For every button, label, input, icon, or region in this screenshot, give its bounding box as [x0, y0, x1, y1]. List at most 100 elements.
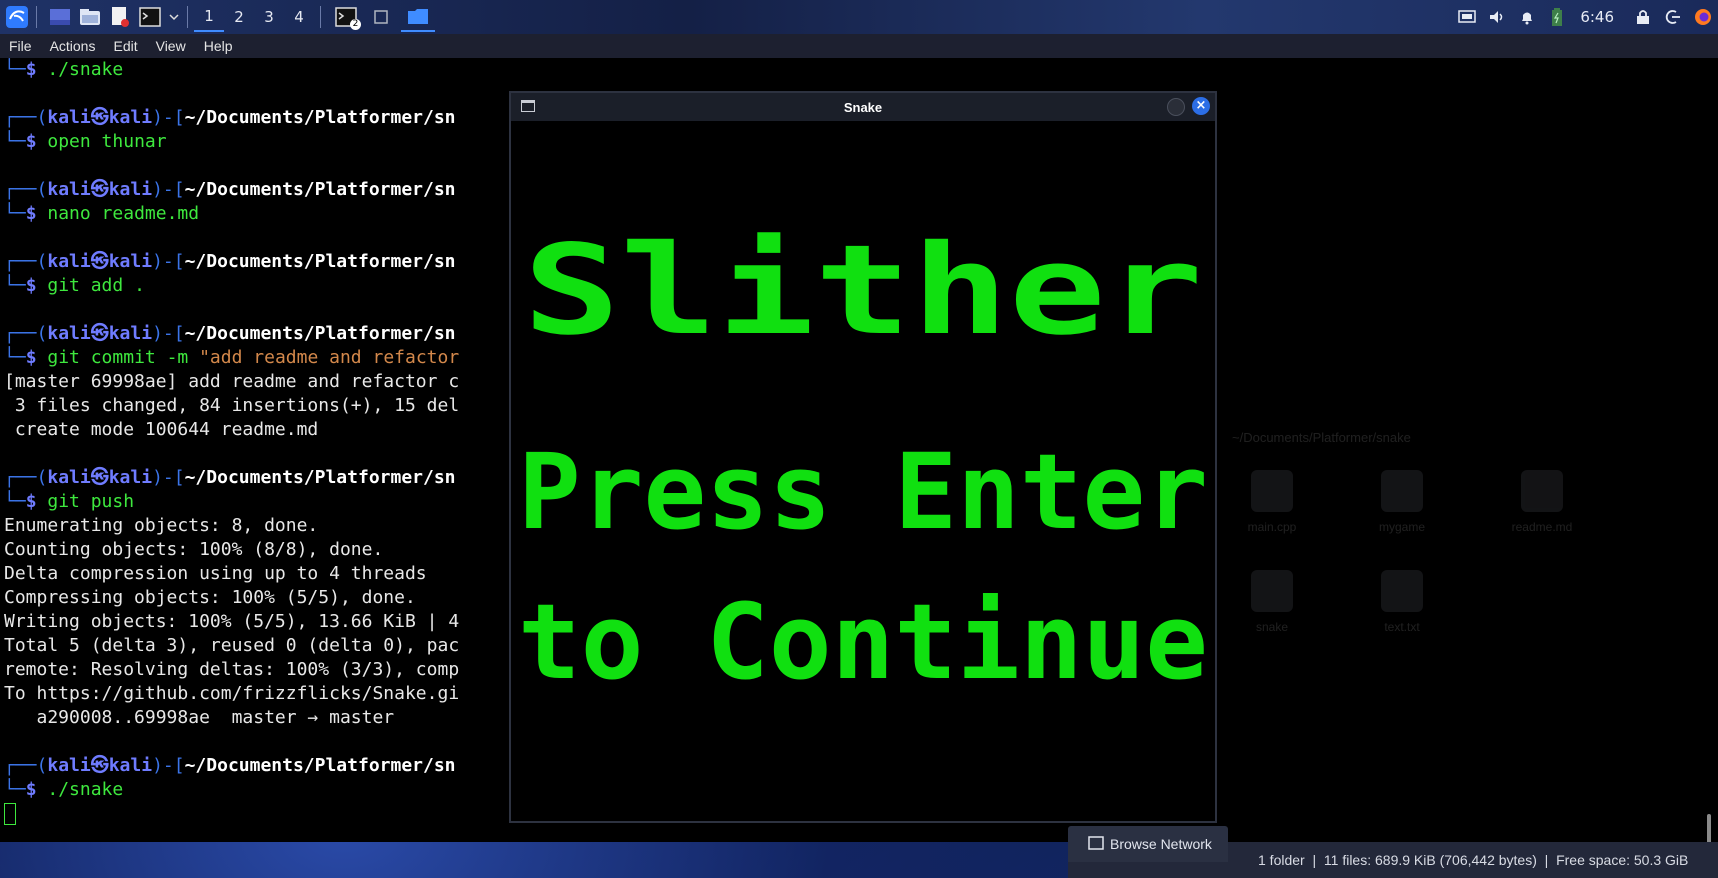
prompt-user: kali: [47, 323, 91, 344]
prompt-dollar: $: [25, 131, 48, 152]
prompt-path: ~/Documents/Platformer/sn: [184, 107, 456, 128]
prompt-bracket: └─: [4, 491, 26, 512]
file-label: mygame: [1378, 520, 1425, 534]
continue-prompt-line2: to Continue: [518, 581, 1208, 703]
command-text: open thunar: [47, 131, 167, 152]
notification-bell-icon[interactable]: [1512, 2, 1542, 32]
prompt-bracket: └─: [4, 59, 26, 80]
file-label: text.txt: [1384, 620, 1420, 634]
game-title: Slither: [523, 219, 1203, 363]
prompt-bracket: └─: [4, 347, 26, 368]
prompt-host: kali: [108, 755, 153, 776]
workspace-1[interactable]: 1: [194, 2, 224, 32]
prompt-bracket: )-[: [152, 251, 185, 272]
text-editor-launcher-icon[interactable]: [107, 4, 133, 30]
file-item: snake: [1222, 570, 1322, 634]
show-desktop-icon[interactable]: [47, 4, 73, 30]
prompt-bracket: └─: [4, 131, 26, 152]
file-item: readme.md: [1492, 470, 1592, 534]
breadcrumb: ~/Documents/Platformer/snake: [1232, 430, 1411, 445]
prompt-bracket: ┌──(: [4, 755, 48, 776]
file-label: main.cpp: [1247, 520, 1297, 534]
prompt-bracket: )-[: [152, 755, 185, 776]
command-text: git push: [47, 491, 135, 512]
close-button[interactable]: ×: [1192, 97, 1210, 115]
volume-icon[interactable]: [1482, 2, 1512, 32]
menu-file[interactable]: File: [0, 38, 41, 54]
chevron-down-icon[interactable]: [167, 4, 181, 30]
browse-network-label: Browse Network: [1110, 836, 1212, 852]
panel-separator: [187, 6, 188, 28]
menu-view[interactable]: View: [147, 38, 195, 54]
prompt-at-symbol: ㉿: [90, 755, 109, 776]
prompt-bracket: └─: [4, 779, 26, 800]
prompt-host: kali: [108, 323, 153, 344]
command-text: git add .: [47, 275, 145, 296]
prompt-host: kali: [108, 251, 153, 272]
prompt-dollar: $: [25, 275, 48, 296]
snake-titlebar[interactable]: Snake ×: [511, 93, 1215, 121]
executable-icon: [1251, 570, 1293, 612]
prompt-bracket: └─: [4, 203, 26, 224]
file-manager-launcher-icon[interactable]: [77, 4, 103, 30]
command-text: ./snake: [47, 779, 124, 800]
clock[interactable]: 6:46: [1580, 8, 1614, 26]
lock-icon[interactable]: [1628, 2, 1658, 32]
window-title: Snake: [843, 99, 883, 115]
executable-icon: [1381, 470, 1423, 512]
command-text: git commit -m: [47, 347, 200, 368]
prompt-user: kali: [47, 467, 91, 488]
prompt-user: kali: [47, 107, 91, 128]
file-icon: [1521, 470, 1563, 512]
snake-task-icon[interactable]: [365, 4, 397, 30]
prompt-bracket: ┌──(: [4, 467, 48, 488]
workspace-2[interactable]: 2: [224, 2, 254, 32]
prompt-host: kali: [108, 107, 153, 128]
text-cursor: [4, 803, 16, 825]
prompt-at-symbol: ㉿: [90, 467, 109, 488]
prompt-at-symbol: ㉿: [90, 179, 109, 200]
prompt-dollar: $: [25, 347, 48, 368]
screen-icon[interactable]: [1452, 2, 1482, 32]
prompt-at-symbol: ㉿: [90, 107, 109, 128]
workspace-3[interactable]: 3: [254, 2, 284, 32]
prompt-bracket: ┌──(: [4, 107, 48, 128]
prompt-path: ~/Documents/Platformer/sn: [184, 179, 456, 200]
workspace-4[interactable]: 4: [284, 2, 314, 32]
menu-edit[interactable]: Edit: [104, 38, 146, 54]
snake-game-window[interactable]: Snake × Slither Press Enter to Continue: [509, 91, 1217, 823]
prompt-path: ~/Documents/Platformer/sn: [184, 467, 456, 488]
terminal-task-icon[interactable]: 2: [331, 4, 361, 30]
browse-network-button[interactable]: Browse Network: [1068, 826, 1228, 862]
prompt-at-symbol: ㉿: [90, 323, 109, 344]
prompt-dollar: $: [25, 59, 48, 80]
firefox-icon[interactable]: [1688, 2, 1718, 32]
top-panel: 1 2 3 4 2 6:46: [0, 0, 1718, 34]
terminal-launcher-icon[interactable]: [137, 4, 163, 30]
prompt-path: ~/Documents/Platformer/sn: [184, 251, 456, 272]
game-canvas[interactable]: Slither Press Enter to Continue: [515, 123, 1211, 819]
command-argument: "add readme and refactor: [199, 347, 460, 368]
file-item: main.cpp: [1222, 470, 1322, 534]
menu-actions[interactable]: Actions: [41, 38, 105, 54]
kali-menu-icon[interactable]: [4, 4, 30, 30]
prompt-path: ~/Documents/Platformer/sn: [184, 323, 456, 344]
menu-help[interactable]: Help: [195, 38, 242, 54]
system-tray: 6:46: [1452, 0, 1718, 34]
prompt-user: kali: [47, 251, 91, 272]
prompt-bracket: )-[: [152, 107, 185, 128]
task-count-badge: 2: [350, 19, 361, 30]
folder-task-icon[interactable]: [401, 2, 435, 32]
prompt-bracket: └─: [4, 275, 26, 296]
continue-prompt-line1: Press Enter: [518, 431, 1208, 553]
minimize-button[interactable]: [1167, 98, 1185, 116]
file-manager-background: ~/Documents/Platformer/snake main.cpp my…: [1212, 250, 1712, 780]
terminal-menubar: File Actions Edit View Help: [0, 34, 1718, 58]
prompt-dollar: $: [25, 779, 48, 800]
logout-icon[interactable]: [1658, 2, 1688, 32]
prompt-path: ~/Documents/Platformer/sn: [184, 755, 456, 776]
network-icon: [1088, 835, 1104, 853]
battery-icon[interactable]: [1542, 2, 1572, 32]
status-text: 1 folder | 11 files: 689.9 KiB (706,442 …: [1258, 852, 1689, 868]
prompt-dollar: $: [25, 491, 48, 512]
